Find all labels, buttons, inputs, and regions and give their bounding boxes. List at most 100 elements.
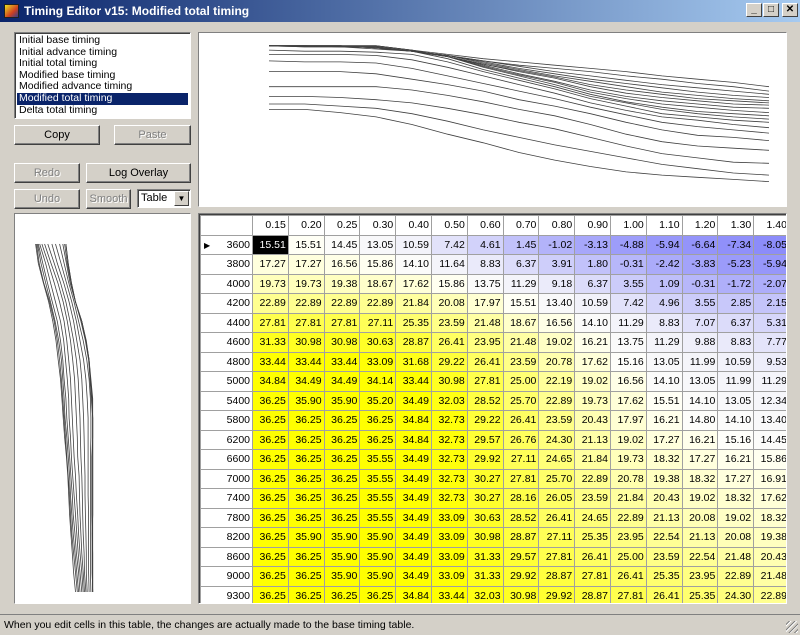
table-cell[interactable]: 32.73	[430, 429, 468, 450]
table-cell[interactable]: 10.59	[574, 293, 611, 314]
table-cell[interactable]: 9.88	[681, 332, 719, 353]
table-cell[interactable]: 20.08	[430, 293, 468, 314]
table-cell[interactable]: 32.73	[430, 468, 468, 489]
table-cell[interactable]: 17.62	[574, 351, 611, 372]
table-cell[interactable]: 16.21	[645, 410, 683, 431]
table-cell[interactable]: 7.77	[753, 332, 786, 353]
column-header[interactable]: 0.70	[502, 215, 540, 236]
table-cell[interactable]: 17.27	[681, 449, 719, 470]
table-cell[interactable]: 30.27	[466, 468, 504, 489]
table-cell[interactable]: 21.84	[395, 293, 432, 314]
table-cell[interactable]: 17.62	[753, 488, 786, 509]
table-cell[interactable]: 34.14	[359, 371, 397, 392]
table-cell[interactable]: 24.30	[717, 585, 755, 603]
table-cell[interactable]: 13.40	[753, 410, 786, 431]
table-cell[interactable]: -5.23	[717, 254, 755, 275]
table-cell[interactable]: 15.86	[753, 449, 786, 470]
table-cell[interactable]: 36.25	[252, 566, 289, 587]
row-header[interactable]: 4600	[200, 332, 253, 353]
column-header[interactable]: 1.00	[609, 215, 647, 236]
column-header[interactable]: 1.10	[645, 215, 683, 236]
table-cell[interactable]: 19.38	[645, 468, 683, 489]
row-header[interactable]: 5400	[200, 390, 253, 411]
table-cell[interactable]: 23.59	[502, 351, 540, 372]
row-header[interactable]: 7000	[200, 468, 253, 489]
table-cell[interactable]: 32.03	[466, 585, 504, 603]
table-cell[interactable]: 33.44	[287, 351, 325, 372]
table-cell[interactable]: 34.84	[395, 585, 432, 603]
table-cell[interactable]: 2.15	[753, 293, 786, 314]
maximize-button[interactable]: □	[763, 3, 779, 17]
table-cell[interactable]: 20.08	[681, 507, 719, 528]
table-cell[interactable]: 27.81	[574, 566, 611, 587]
title-bar[interactable]: Timing Editor v15: Modified total timing…	[0, 0, 800, 22]
table-cell[interactable]: 29.57	[466, 429, 504, 450]
table-cell[interactable]: 22.89	[287, 293, 325, 314]
table-cell[interactable]: 16.21	[717, 449, 755, 470]
table-cell[interactable]: 18.32	[645, 449, 683, 470]
row-header[interactable]: 8600	[200, 546, 253, 567]
table-cell[interactable]: 25.35	[395, 312, 432, 333]
table-cell[interactable]: -2.07	[753, 273, 786, 294]
table-cell[interactable]: 30.98	[323, 332, 361, 353]
table-cell[interactable]: 36.25	[323, 410, 361, 431]
table-cell[interactable]: 26.41	[574, 546, 611, 567]
table-cell[interactable]: 18.32	[717, 488, 755, 509]
table-cell[interactable]: 36.25	[287, 566, 325, 587]
table-cell[interactable]: 27.11	[359, 312, 397, 333]
table-cell[interactable]: 14.10	[645, 371, 683, 392]
table-cell[interactable]: 36.25	[252, 585, 289, 603]
table-cell[interactable]: 22.89	[538, 390, 576, 411]
table-cell[interactable]: 29.57	[502, 546, 540, 567]
table-cell[interactable]: 27.81	[252, 312, 289, 333]
table-cell[interactable]: 26.41	[609, 566, 647, 587]
table-cell[interactable]: 20.43	[574, 410, 611, 431]
table-cell[interactable]: 26.76	[502, 429, 540, 450]
table-cell[interactable]: 27.81	[466, 371, 504, 392]
table-cell[interactable]: 34.49	[395, 488, 432, 509]
table-cell[interactable]: 36.25	[252, 449, 289, 470]
resize-grip-icon[interactable]	[786, 621, 798, 633]
table-cell[interactable]: 34.49	[287, 371, 325, 392]
table-cell[interactable]: 32.73	[430, 449, 468, 470]
column-header[interactable]: 0.20	[287, 215, 325, 236]
table-cell[interactable]: 35.55	[359, 488, 397, 509]
table-cell[interactable]: 28.52	[502, 507, 540, 528]
table-cell[interactable]: 24.65	[574, 507, 611, 528]
table-cell[interactable]: 13.05	[681, 371, 719, 392]
table-cell[interactable]: 22.89	[753, 585, 786, 603]
table-cell[interactable]: 26.41	[645, 585, 683, 603]
table-cell[interactable]: 36.25	[252, 390, 289, 411]
table-cell[interactable]: 19.02	[717, 507, 755, 528]
table-cell[interactable]: 14.45	[753, 429, 786, 450]
redo-button[interactable]: Redo	[14, 163, 80, 183]
table-cell[interactable]: 36.25	[323, 507, 361, 528]
table-cell[interactable]: 36.25	[252, 429, 289, 450]
table-cell[interactable]: 19.02	[538, 332, 576, 353]
table-cell[interactable]: 22.89	[359, 293, 397, 314]
table-cell[interactable]: 22.54	[681, 546, 719, 567]
table-cell[interactable]: 16.56	[323, 254, 361, 275]
column-header[interactable]: 0.30	[359, 215, 397, 236]
table-cell[interactable]: 34.49	[395, 566, 432, 587]
table-cell[interactable]: 35.90	[323, 527, 361, 548]
table-cell[interactable]: -1.72	[717, 273, 755, 294]
copy-button[interactable]: Copy	[14, 125, 100, 145]
table-cell[interactable]: 33.44	[252, 351, 289, 372]
table-cell[interactable]: 19.02	[681, 488, 719, 509]
table-cell[interactable]: 8.83	[645, 312, 683, 333]
table-cell[interactable]: 4.61	[466, 234, 504, 255]
table-cell[interactable]: 16.91	[753, 468, 786, 489]
table-cell[interactable]: 14.10	[574, 312, 611, 333]
table-cell[interactable]: 34.84	[252, 371, 289, 392]
table-cell[interactable]: 30.63	[359, 332, 397, 353]
table-cell[interactable]: 16.56	[609, 371, 647, 392]
table-cell[interactable]: 6.37	[502, 254, 540, 275]
table-cell[interactable]: 18.67	[502, 312, 540, 333]
table-cell[interactable]: -8.05	[753, 234, 786, 255]
table-cell[interactable]: 22.19	[538, 371, 576, 392]
row-header[interactable]: ▶ 3600	[200, 234, 253, 255]
row-header[interactable]: 5000	[200, 371, 253, 392]
table-cell[interactable]: 19.73	[609, 449, 647, 470]
table-cell[interactable]: 27.81	[609, 585, 647, 603]
